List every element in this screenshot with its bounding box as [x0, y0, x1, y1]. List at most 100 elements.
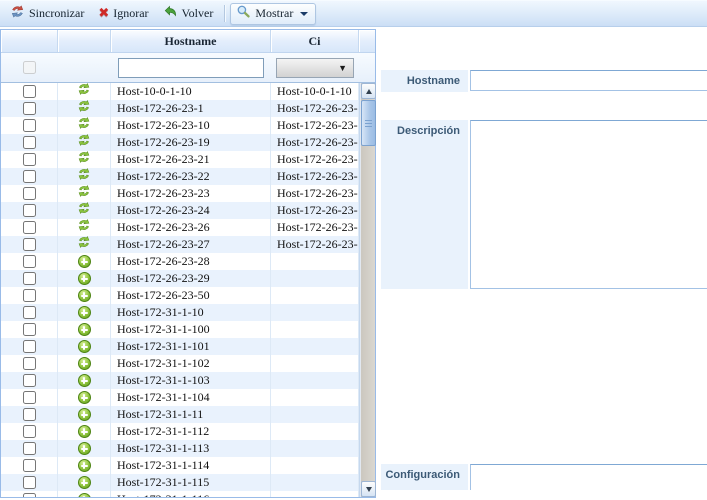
- ci-filter-select[interactable]: ▼: [276, 58, 354, 78]
- row-checkbox[interactable]: [23, 476, 36, 489]
- table-row[interactable]: Host-172-26-23-26 Host-172-26-23-26: [1, 219, 359, 236]
- table-row[interactable]: Host-172-26-23-22 Host-172-26-23-22: [1, 168, 359, 185]
- row-checkbox[interactable]: [23, 306, 36, 319]
- ignorar-button[interactable]: ✖ Ignorar: [92, 3, 156, 25]
- row-ci: [271, 423, 359, 440]
- table-row[interactable]: Host-172-26-23-28: [1, 253, 359, 270]
- scroll-down-button[interactable]: [361, 481, 376, 497]
- combo-arrow-icon: ▼: [338, 63, 347, 73]
- row-checkbox[interactable]: [23, 221, 36, 234]
- row-checkbox[interactable]: [23, 425, 36, 438]
- row-checkbox[interactable]: [23, 459, 36, 472]
- row-ci: Host-172-26-23-22: [271, 168, 359, 185]
- row-hostname: Host-172-31-1-115: [111, 474, 271, 491]
- sync-status-icon: [77, 202, 91, 219]
- row-checkbox[interactable]: [23, 374, 36, 387]
- add-status-icon: [78, 340, 91, 353]
- scroll-up-arrow-icon: [366, 89, 372, 94]
- row-checkbox[interactable]: [23, 119, 36, 132]
- table-row[interactable]: Host-172-26-23-24 Host-172-26-23-24: [1, 202, 359, 219]
- row-checkbox[interactable]: [23, 493, 36, 497]
- row-ci: [271, 457, 359, 474]
- add-status-icon: [78, 289, 91, 302]
- sync-status-icon: [77, 185, 91, 202]
- vertical-scrollbar[interactable]: [360, 83, 375, 497]
- row-checkbox[interactable]: [23, 204, 36, 217]
- row-checkbox[interactable]: [23, 187, 36, 200]
- descripcion-field-textarea[interactable]: [470, 120, 707, 289]
- row-checkbox[interactable]: [23, 289, 36, 302]
- header-status-column: [58, 30, 111, 52]
- table-row[interactable]: Host-172-31-1-112: [1, 423, 359, 440]
- sync-status-icon: [77, 100, 91, 117]
- row-ci: Host-172-26-23-1: [271, 100, 359, 117]
- header-ci[interactable]: Ci: [271, 30, 359, 52]
- hostname-field-input[interactable]: [470, 70, 707, 91]
- sincronizar-button[interactable]: Sincronizar: [4, 3, 92, 25]
- toolbar: Sincronizar ✖ Ignorar Volver Mostrar: [0, 0, 707, 27]
- mostrar-menu-button[interactable]: Mostrar: [230, 3, 316, 25]
- table-row[interactable]: Host-172-31-1-104: [1, 389, 359, 406]
- add-status-icon: [78, 306, 91, 319]
- table-row[interactable]: Host-172-26-23-29: [1, 270, 359, 287]
- table-row[interactable]: Host-172-26-23-19 Host-172-26-23-19: [1, 134, 359, 151]
- row-checkbox[interactable]: [23, 238, 36, 251]
- grid-header: Hostname Ci: [1, 30, 375, 53]
- table-row[interactable]: Host-172-31-1-10: [1, 304, 359, 321]
- row-checkbox[interactable]: [23, 408, 36, 421]
- row-ci: Host-10-0-1-10: [271, 83, 359, 100]
- row-checkbox[interactable]: [23, 136, 36, 149]
- sync-status-icon: [77, 236, 91, 253]
- table-row[interactable]: Host-172-26-23-10 Host-172-26-23-10: [1, 117, 359, 134]
- table-row[interactable]: Host-172-26-23-1 Host-172-26-23-1: [1, 100, 359, 117]
- add-status-icon: [78, 408, 91, 421]
- configuracion-field-textarea[interactable]: [470, 464, 707, 490]
- table-row[interactable]: Host-172-31-1-102: [1, 355, 359, 372]
- row-ci: [271, 355, 359, 372]
- row-hostname: Host-172-31-1-11: [111, 406, 271, 423]
- table-row[interactable]: Host-172-26-23-23 Host-172-26-23-23: [1, 185, 359, 202]
- row-hostname: Host-172-31-1-10: [111, 304, 271, 321]
- table-row[interactable]: Host-10-0-1-10 Host-10-0-1-10: [1, 83, 359, 100]
- dropdown-arrow-icon: [300, 12, 308, 16]
- row-checkbox[interactable]: [23, 391, 36, 404]
- table-row[interactable]: Host-172-31-1-116: [1, 491, 359, 497]
- table-row[interactable]: Host-172-31-1-101: [1, 338, 359, 355]
- table-row[interactable]: Host-172-26-23-21 Host-172-26-23-21: [1, 151, 359, 168]
- hostname-filter-input[interactable]: [118, 58, 264, 78]
- table-row[interactable]: Host-172-31-1-114: [1, 457, 359, 474]
- table-row[interactable]: Host-172-26-23-27 Host-172-26-23-27: [1, 236, 359, 253]
- row-checkbox[interactable]: [23, 442, 36, 455]
- row-hostname: Host-172-26-23-28: [111, 253, 271, 270]
- table-row[interactable]: Host-172-26-23-50: [1, 287, 359, 304]
- row-checkbox[interactable]: [23, 153, 36, 166]
- add-status-icon: [78, 272, 91, 285]
- row-checkbox[interactable]: [23, 255, 36, 268]
- table-row[interactable]: Host-172-31-1-11: [1, 406, 359, 423]
- mostrar-label: Mostrar: [255, 6, 293, 21]
- scrollbar-thumb[interactable]: [361, 100, 376, 146]
- header-spacer: [359, 30, 375, 52]
- row-checkbox[interactable]: [23, 340, 36, 353]
- add-status-icon: [78, 442, 91, 455]
- hostname-field-label: Hostname: [381, 70, 468, 92]
- row-checkbox[interactable]: [23, 85, 36, 98]
- table-row[interactable]: Host-172-31-1-115: [1, 474, 359, 491]
- row-checkbox[interactable]: [23, 102, 36, 115]
- row-hostname: Host-172-31-1-103: [111, 372, 271, 389]
- row-checkbox[interactable]: [23, 272, 36, 285]
- table-row[interactable]: Host-172-31-1-103: [1, 372, 359, 389]
- grid-body: Host-10-0-1-10 Host-10-0-1-10 Host-172-2…: [1, 83, 360, 497]
- row-ci: Host-172-26-23-23: [271, 185, 359, 202]
- header-hostname[interactable]: Hostname: [111, 30, 271, 52]
- scroll-up-button[interactable]: [361, 83, 376, 99]
- table-row[interactable]: Host-172-31-1-113: [1, 440, 359, 457]
- red-x-icon: ✖: [98, 7, 109, 20]
- host-detail-form: Hostname Descripción Configuración Local…: [381, 70, 707, 490]
- table-row[interactable]: Host-172-31-1-100: [1, 321, 359, 338]
- row-checkbox[interactable]: [23, 170, 36, 183]
- row-checkbox[interactable]: [23, 357, 36, 370]
- row-hostname: Host-172-31-1-113: [111, 440, 271, 457]
- row-checkbox[interactable]: [23, 323, 36, 336]
- volver-button[interactable]: Volver: [157, 3, 222, 25]
